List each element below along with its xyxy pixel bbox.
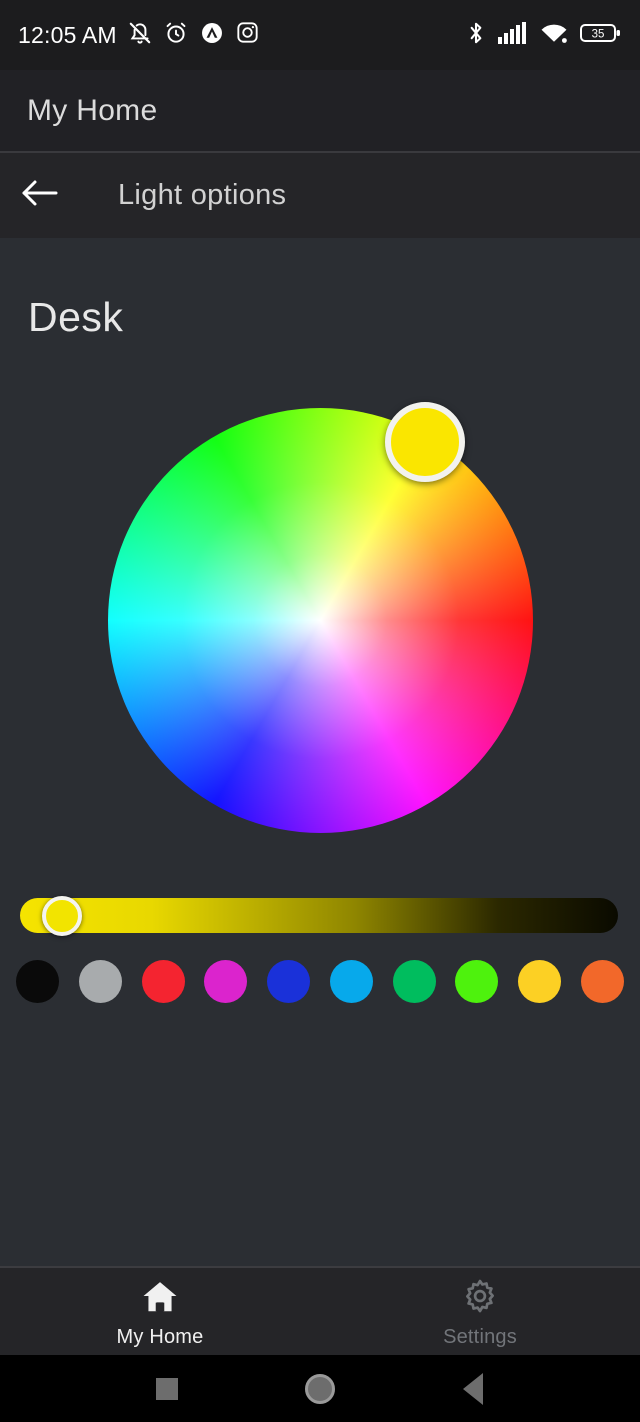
light-options-toolbar: Light options xyxy=(0,153,640,238)
cellular-signal-icon xyxy=(498,21,528,50)
page-title: Light options xyxy=(118,179,287,211)
preset-orange[interactable] xyxy=(580,959,624,1003)
phone-screen: 12:05 AM 35 My Home Light options Desk M… xyxy=(0,0,640,1422)
preset-color-row xyxy=(16,956,624,1006)
recents-button[interactable] xyxy=(137,1355,197,1422)
preset-lime[interactable] xyxy=(455,959,499,1003)
bluetooth-icon xyxy=(465,20,487,51)
circle-icon xyxy=(304,1373,335,1404)
home-icon xyxy=(140,1278,180,1321)
device-name: Desk xyxy=(28,294,124,340)
back-button[interactable] xyxy=(0,153,78,238)
battery-level-text: 35 xyxy=(592,28,605,40)
app-title: My Home xyxy=(27,94,158,127)
brightness-slider-thumb[interactable] xyxy=(42,896,82,936)
status-bar-right: 35 xyxy=(465,20,622,51)
nav-label-settings: Settings xyxy=(443,1326,517,1348)
color-wheel-thumb[interactable] xyxy=(385,402,465,482)
nav-label-my-home: My Home xyxy=(116,1326,204,1348)
triangle-back-icon xyxy=(463,1372,484,1405)
status-bar-left: 12:05 AM xyxy=(18,20,260,51)
light-options-content: Desk xyxy=(0,238,640,1268)
preset-red[interactable] xyxy=(141,959,185,1003)
nav-item-settings[interactable]: Settings xyxy=(320,1268,640,1355)
instagram-icon xyxy=(235,20,260,50)
preset-cyan[interactable] xyxy=(329,959,373,1003)
bottom-navigation: My Home Settings xyxy=(0,1268,640,1355)
back-button-system[interactable] xyxy=(443,1355,503,1422)
alarm-clock-icon xyxy=(163,20,189,51)
android-navigation-bar xyxy=(0,1355,640,1422)
app-title-bar: My Home xyxy=(0,70,640,152)
brightness-slider-track[interactable] xyxy=(20,898,618,933)
brightness-slider[interactable] xyxy=(20,896,618,936)
color-wheel-container xyxy=(108,402,533,833)
home-button[interactable] xyxy=(290,1355,350,1422)
status-bar: 12:05 AM 35 xyxy=(0,0,640,70)
battery-icon: 35 xyxy=(580,21,622,50)
preset-yellow[interactable] xyxy=(518,959,562,1003)
wifi-icon xyxy=(539,21,569,50)
preset-magenta[interactable] xyxy=(204,959,248,1003)
preset-gray[interactable] xyxy=(78,959,122,1003)
adaway-icon xyxy=(199,20,225,51)
preset-black[interactable] xyxy=(16,959,59,1003)
square-icon xyxy=(155,1377,178,1400)
color-wheel[interactable] xyxy=(108,408,533,833)
arrow-left-icon xyxy=(18,177,60,214)
nav-item-my-home[interactable]: My Home xyxy=(0,1268,320,1355)
vibrate-off-icon xyxy=(127,20,153,51)
preset-blue[interactable] xyxy=(267,959,311,1003)
status-clock: 12:05 AM xyxy=(18,21,117,48)
gear-icon xyxy=(460,1278,500,1321)
preset-green[interactable] xyxy=(392,959,436,1003)
